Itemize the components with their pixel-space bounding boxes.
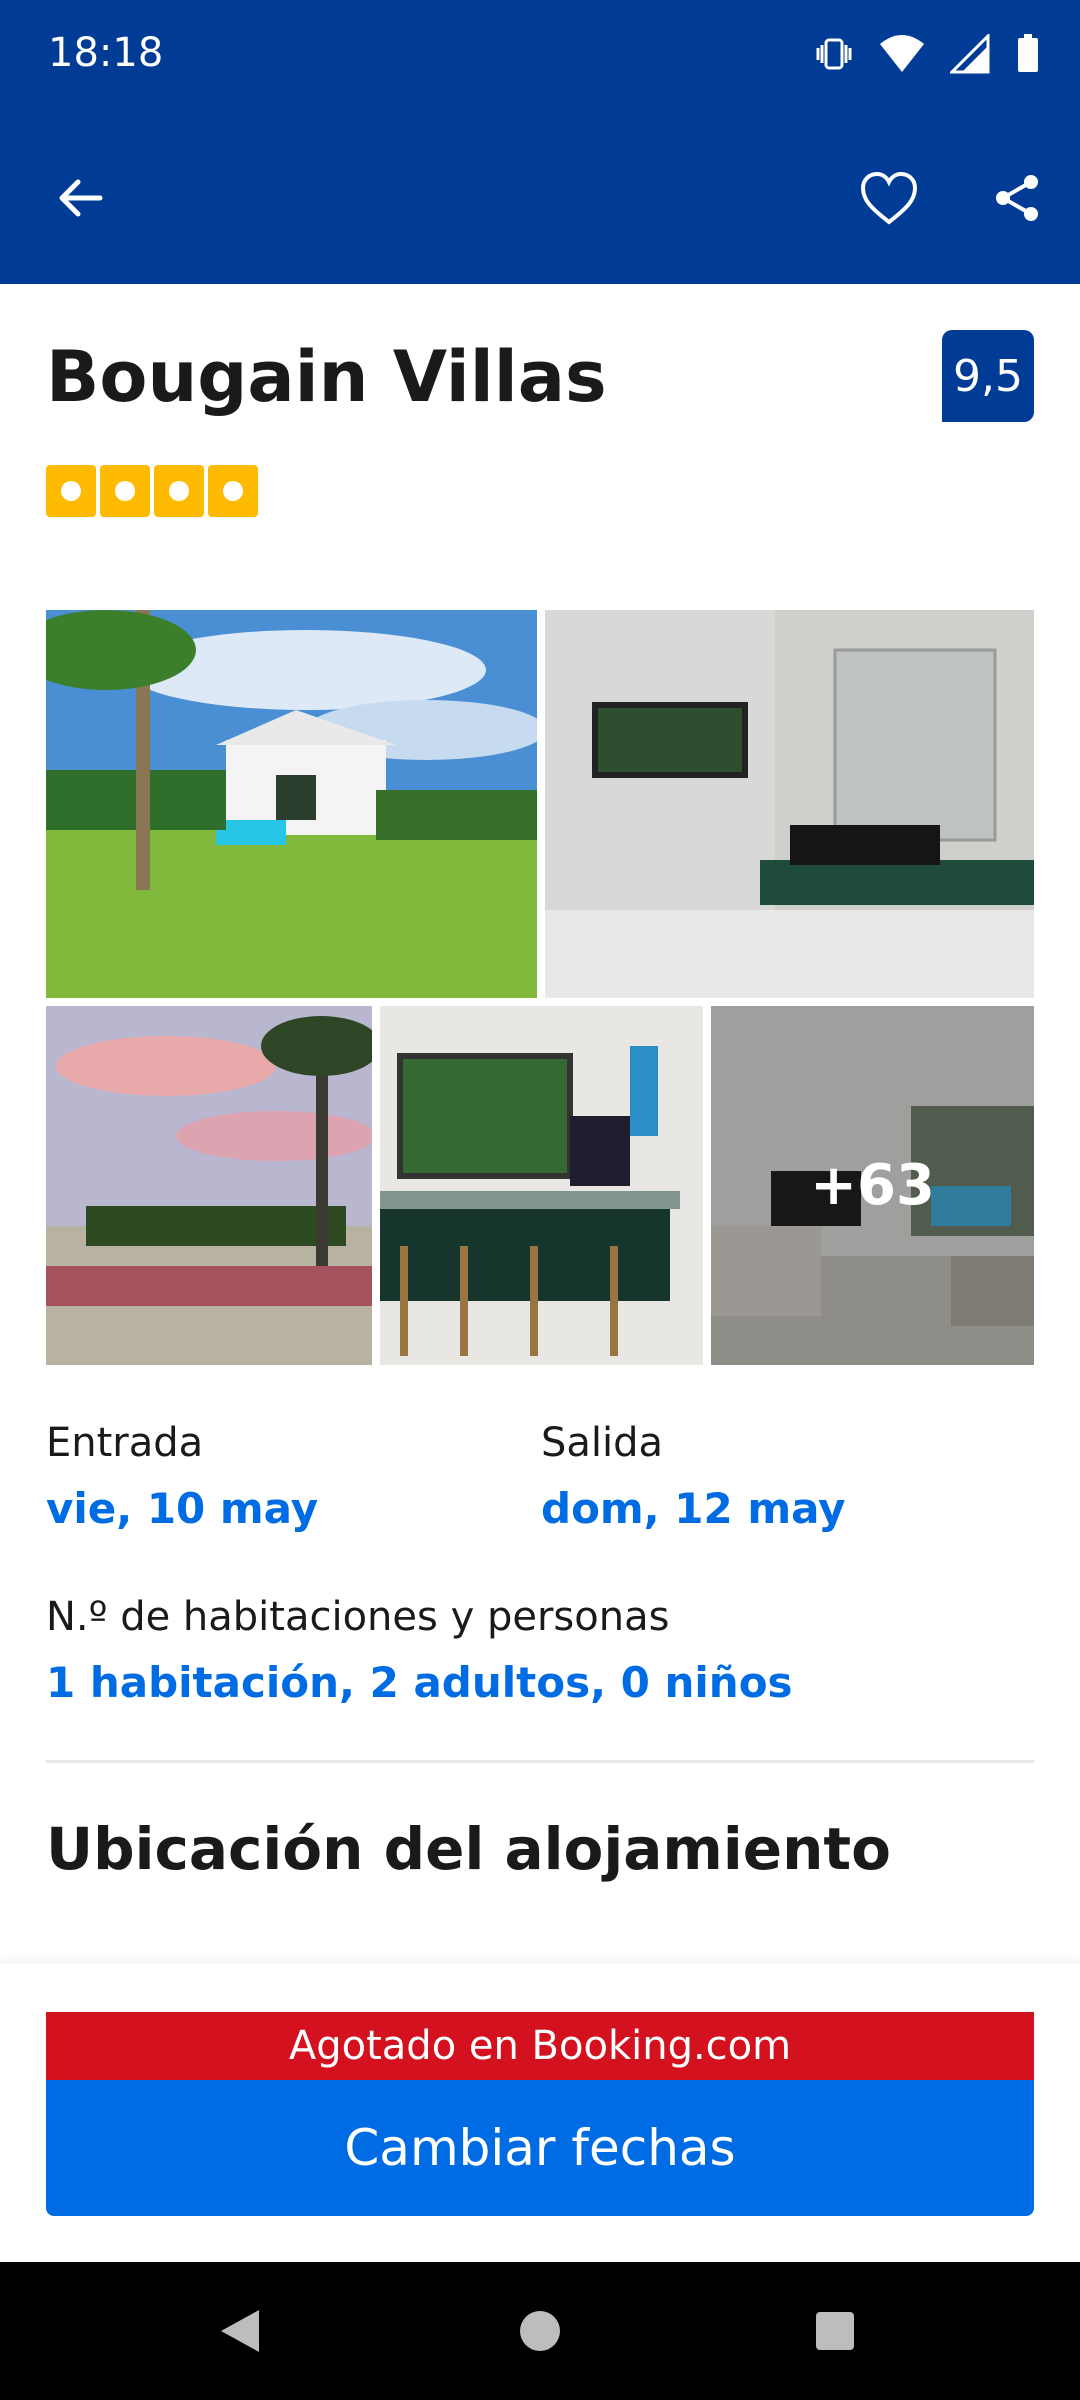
photo-more-living-room[interactable]: +63 xyxy=(711,1006,1034,1365)
circle-home-icon xyxy=(520,2311,560,2351)
system-nav-bar xyxy=(0,2262,1080,2400)
photo-villa-exterior[interactable] xyxy=(46,610,537,998)
favorite-button[interactable] xyxy=(849,158,929,238)
photo-garden-sunset[interactable] xyxy=(46,1006,372,1365)
checkout-value[interactable]: dom, 12 may xyxy=(541,1484,846,1533)
status-bar: 18:18 xyxy=(0,0,1080,116)
share-icon xyxy=(996,175,1038,221)
app-bar xyxy=(0,116,1080,284)
triangle-back-icon xyxy=(221,2310,259,2352)
checkin-label: Entrada xyxy=(46,1420,204,1466)
star-icon xyxy=(154,465,204,517)
kitchen-image xyxy=(380,1006,703,1365)
more-photos-count: +63 xyxy=(711,1006,1034,1365)
back-button[interactable] xyxy=(40,158,120,238)
nav-recents-button[interactable] xyxy=(800,2296,870,2366)
photo-kitchen[interactable] xyxy=(380,1006,703,1365)
photo-bathroom[interactable] xyxy=(545,610,1034,998)
guests-label: N.º de habitaciones y personas xyxy=(46,1594,670,1640)
divider xyxy=(46,1760,1034,1763)
garden-sunset-image xyxy=(46,1006,372,1365)
status-time: 18:18 xyxy=(48,30,164,76)
villa-exterior-image xyxy=(46,610,537,998)
bathroom-image xyxy=(545,610,1034,998)
star-icon xyxy=(46,465,96,517)
signal-icon xyxy=(950,34,990,74)
hotel-name: Bougain Villas xyxy=(46,336,607,418)
status-icons xyxy=(814,34,1040,74)
guests-value[interactable]: 1 habitación, 2 adultos, 0 niños xyxy=(46,1658,793,1707)
change-dates-button[interactable]: Cambiar fechas xyxy=(46,2080,1034,2216)
star-icon xyxy=(100,465,150,517)
star-rating xyxy=(46,465,258,517)
battery-icon xyxy=(1018,34,1038,72)
arrow-left-icon xyxy=(59,179,103,217)
heart-icon xyxy=(860,171,918,225)
vibrate-icon xyxy=(816,38,852,70)
square-recents-icon xyxy=(816,2312,854,2350)
screen: { "status_bar": { "time": "18:18" }, "ho… xyxy=(0,0,1080,2400)
nav-back-button[interactable] xyxy=(205,2296,275,2366)
checkin-value[interactable]: vie, 10 may xyxy=(46,1484,318,1533)
sold-out-banner: Agotado en Booking.com xyxy=(46,2012,1034,2080)
wifi-icon xyxy=(880,35,924,72)
checkout-label: Salida xyxy=(541,1420,664,1466)
location-section-title: Ubicación del alojamiento xyxy=(46,1815,891,1883)
nav-home-button[interactable] xyxy=(505,2296,575,2366)
review-score-badge[interactable]: 9,5 xyxy=(942,330,1034,422)
share-button[interactable] xyxy=(977,158,1057,238)
star-icon xyxy=(208,465,258,517)
